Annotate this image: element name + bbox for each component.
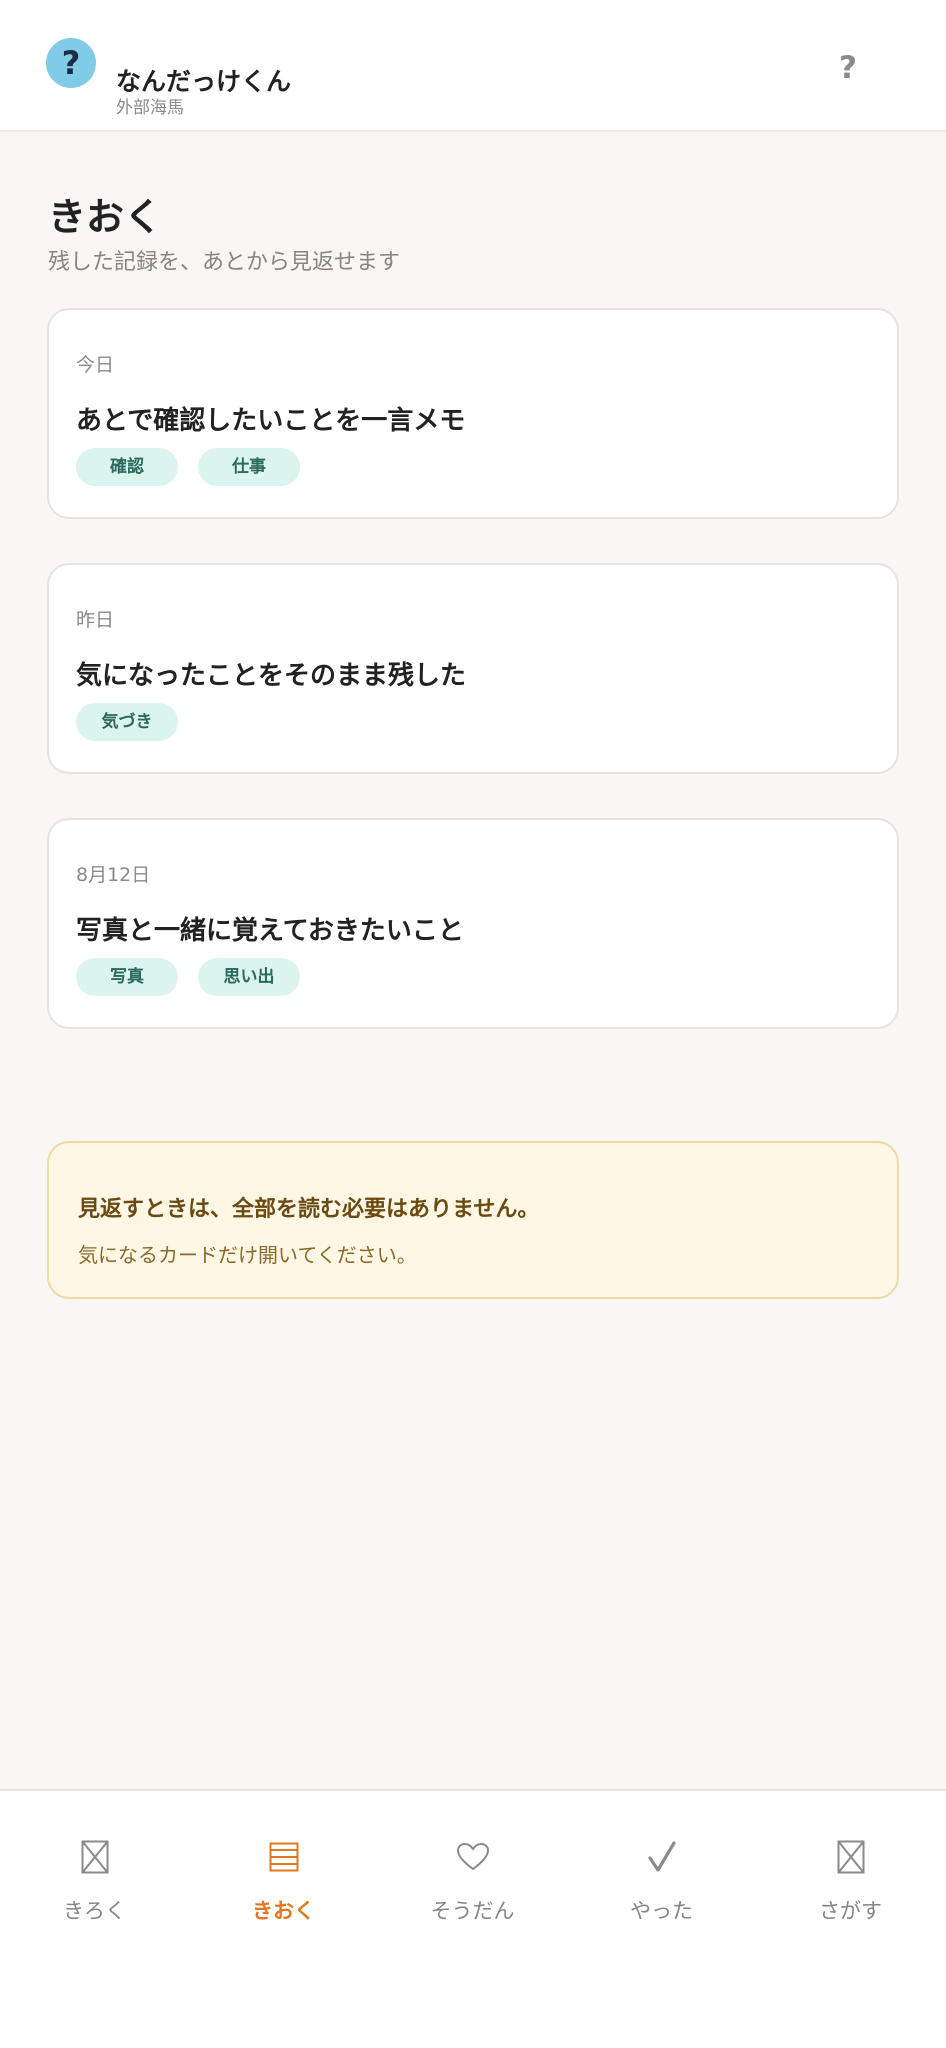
card-text: 写真と一緒に覚えておきたいこと (76, 916, 464, 946)
card-tags: 確認 仕事 (76, 448, 300, 486)
card-tags: 写真 思い出 (76, 958, 300, 996)
card-date: 今日 (76, 354, 115, 376)
page-title: きおく (48, 195, 163, 239)
tag-chip[interactable]: 写真 (76, 958, 178, 996)
memory-card[interactable]: 昨日 気になったことをそのまま残した 気づき (47, 563, 899, 774)
nav-label: きおく (252, 1899, 315, 1923)
bottom-nav: きろく きおく そうだん やった さがす (0, 1789, 946, 2048)
tag-chip[interactable]: 思い出 (198, 958, 300, 996)
nav-label: きろく (63, 1899, 126, 1923)
app-subtitle: 外部海馬 (116, 98, 184, 118)
card-text: 気になったことをそのまま残した (76, 661, 467, 691)
check-icon (567, 1837, 756, 1877)
card-tags: 気づき (76, 703, 178, 741)
tag-chip[interactable]: 気づき (76, 703, 178, 741)
card-date: 8月12日 (76, 864, 151, 886)
heart-icon (378, 1837, 567, 1877)
nav-label: そうだん (430, 1899, 515, 1923)
card-date: 昨日 (76, 609, 115, 631)
app-header: ? なんだっけくん 外部海馬 ? (0, 0, 946, 132)
app-logo-icon: ? (46, 38, 96, 88)
nav-item-soudan[interactable]: そうだん (378, 1791, 567, 1941)
tag-chip[interactable]: 仕事 (198, 448, 300, 486)
tag-chip[interactable]: 確認 (76, 448, 178, 486)
list-icon (189, 1837, 378, 1877)
nav-item-yatta[interactable]: やった (567, 1791, 756, 1941)
nav-item-sagasu[interactable]: さがす (756, 1791, 945, 1941)
memory-card[interactable]: 8月12日 写真と一緒に覚えておきたいこと 写真 思い出 (47, 818, 899, 1029)
tip-body: 気になるカードだけ開いてください。 (78, 1243, 417, 1267)
tip-box: 見返すときは、全部を読む必要はありません。 気になるカードだけ開いてください。 (47, 1141, 899, 1299)
tip-title: 見返すときは、全部を読む必要はありません。 (78, 1197, 540, 1222)
nav-label: さがす (819, 1899, 882, 1923)
nav-item-kiroku[interactable]: きろく (0, 1791, 189, 1941)
nav-item-kioku[interactable]: きおく (189, 1791, 378, 1941)
help-button[interactable]: ? (824, 46, 872, 90)
nav-label: やった (630, 1899, 693, 1923)
memory-card[interactable]: 今日 あとで確認したいことを一言メモ 確認 仕事 (47, 308, 899, 519)
page-subtitle: 残した記録を、あとから見返せます (48, 250, 401, 275)
card-text: あとで確認したいことを一言メモ (76, 406, 466, 436)
image-placeholder-icon (0, 1837, 189, 1877)
image-placeholder-icon (756, 1837, 945, 1877)
